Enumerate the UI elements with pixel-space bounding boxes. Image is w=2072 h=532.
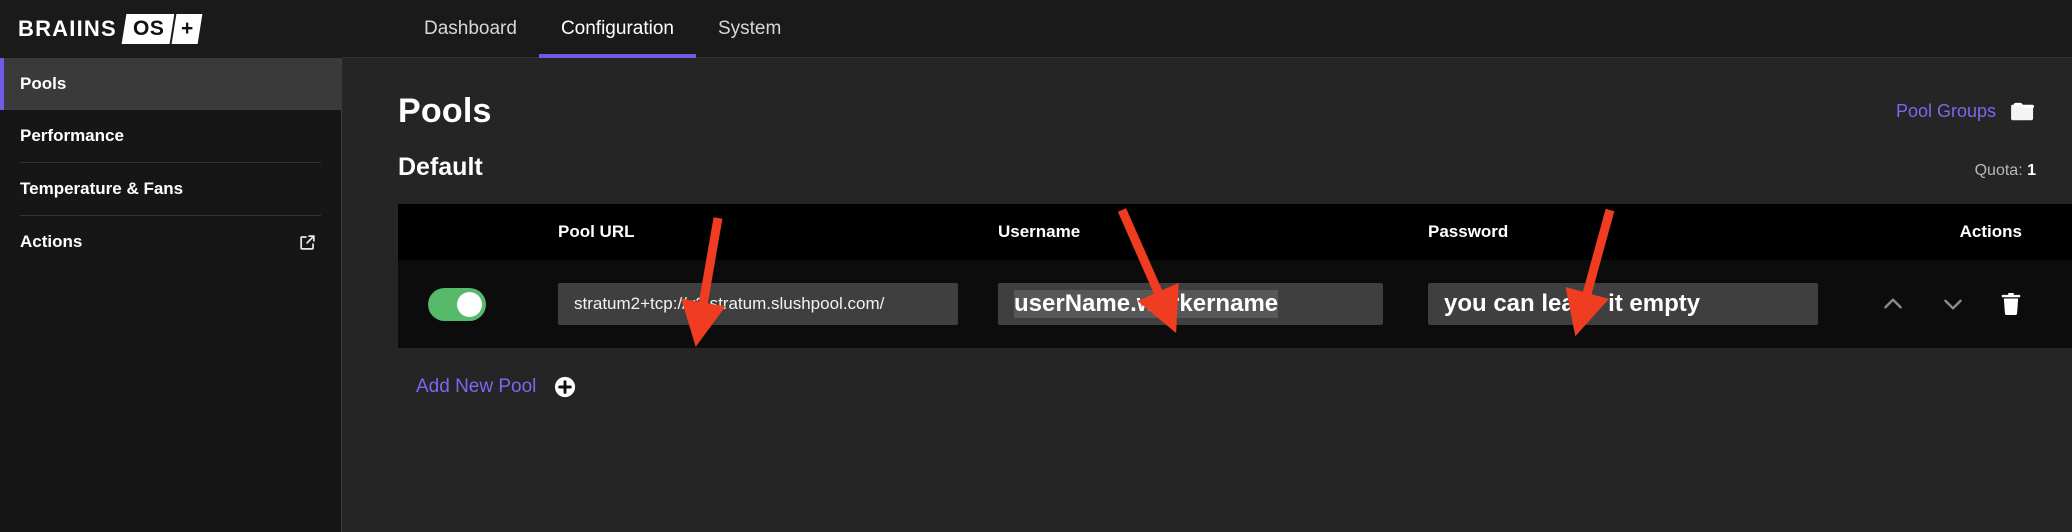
sidebar: Pools Performance Temperature & Fans Act… xyxy=(0,58,342,532)
pools-table: Pool URL Username Password Actions strat… xyxy=(398,204,2072,348)
header-pool-url: Pool URL xyxy=(558,222,635,241)
add-new-pool-label: Add New Pool xyxy=(416,376,537,397)
username-cell: userName.workername xyxy=(998,283,1428,325)
sidebar-item-performance[interactable]: Performance xyxy=(0,110,341,162)
top-bar: BRAIINS OS + Dashboard Configuration Sys… xyxy=(0,0,2072,58)
chevron-down-icon xyxy=(1944,299,1962,310)
main-tabs: Dashboard Configuration System xyxy=(402,0,803,58)
main-content: Pools Pool Groups Default Quota: 1 Pool … xyxy=(342,58,2072,532)
logo-text-braiins: BRAIINS xyxy=(18,15,117,41)
row-actions-cell xyxy=(1858,291,2072,317)
username-value: userName.workername xyxy=(1014,290,1279,318)
pool-enabled-cell xyxy=(398,287,558,321)
add-new-pool-button[interactable]: Add New Pool xyxy=(416,376,2072,398)
logo-plus-block: + xyxy=(169,13,203,44)
move-down-button[interactable] xyxy=(1940,291,1966,317)
table-header-row: Pool URL Username Password Actions xyxy=(398,204,2072,260)
folders-icon xyxy=(2010,101,2036,123)
password-input[interactable]: you can leave it empty xyxy=(1428,283,1818,325)
quota-label: Quota: xyxy=(1974,162,2023,179)
header-password: Password xyxy=(1428,222,1509,241)
toggle-knob xyxy=(457,291,482,317)
logo-os-block: OS xyxy=(121,13,175,44)
header-actions: Actions xyxy=(1959,222,2022,241)
quota-value: 1 xyxy=(2027,162,2036,179)
username-input[interactable]: userName.workername xyxy=(998,283,1383,325)
logo-badge-os-plus: OS + xyxy=(121,13,203,44)
tab-dashboard[interactable]: Dashboard xyxy=(402,0,539,58)
sidebar-item-label: Performance xyxy=(20,126,124,145)
password-cell: you can leave it empty xyxy=(1428,283,1858,325)
sidebar-item-temperature-fans[interactable]: Temperature & Fans xyxy=(0,163,341,215)
tab-system[interactable]: System xyxy=(696,0,803,58)
sidebar-item-label: Actions xyxy=(20,232,83,251)
pool-enabled-toggle[interactable] xyxy=(428,287,486,321)
trash-icon xyxy=(2001,293,2021,316)
sidebar-item-pools[interactable]: Pools xyxy=(0,58,341,110)
braiins-os-logo: BRAIINS OS + xyxy=(18,12,203,46)
chevron-up-icon xyxy=(1884,298,1902,309)
sidebar-item-actions[interactable]: Actions xyxy=(0,216,341,268)
pool-url-cell: stratum2+tcp://v2.stratum.slushpool.com/ xyxy=(558,283,998,325)
pool-groups-label: Pool Groups xyxy=(1895,101,1996,121)
delete-pool-button[interactable] xyxy=(2000,292,2022,316)
page-title: Pools xyxy=(398,92,492,130)
page-header: Pools Pool Groups xyxy=(342,58,2072,131)
header-username: Username xyxy=(998,222,1081,241)
section-header: Default Quota: 1 xyxy=(342,131,2072,182)
logo-plus-text: + xyxy=(181,16,194,40)
tab-configuration[interactable]: Configuration xyxy=(538,0,697,58)
pool-group-name: Default xyxy=(398,153,483,181)
pool-groups-link[interactable]: Pool Groups xyxy=(1896,101,2036,123)
app-window: BRAIINS OS + Dashboard Configuration Sys… xyxy=(0,0,2072,532)
logo-os-text: OS xyxy=(132,16,165,40)
pool-url-input[interactable]: stratum2+tcp://v2.stratum.slushpool.com/ xyxy=(558,283,958,325)
sidebar-item-label: Pools xyxy=(20,74,67,93)
plus-circle-icon xyxy=(554,376,576,398)
table-row: stratum2+tcp://v2.stratum.slushpool.com/… xyxy=(398,260,2072,348)
sidebar-item-label: Temperature & Fans xyxy=(20,179,184,198)
external-link-icon xyxy=(298,233,317,252)
brand-logo[interactable]: BRAIINS OS + xyxy=(0,0,342,58)
move-up-button[interactable] xyxy=(1880,291,1906,317)
quota-display: Quota: 1 xyxy=(1975,162,2036,180)
